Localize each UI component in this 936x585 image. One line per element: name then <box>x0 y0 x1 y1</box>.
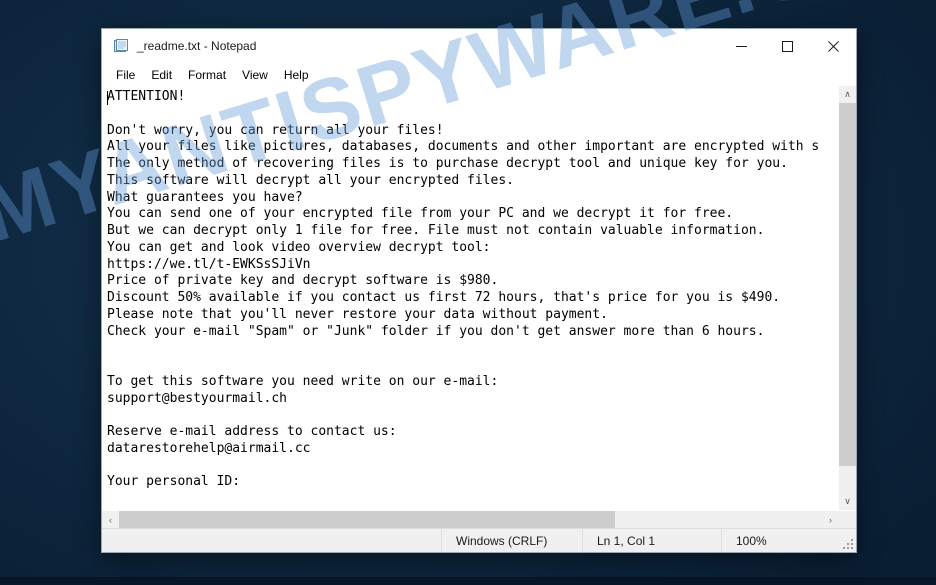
notepad-icon <box>113 38 129 54</box>
status-cursor-position: Ln 1, Col 1 <box>582 529 721 552</box>
menu-item-help[interactable]: Help <box>276 66 317 84</box>
maximize-button[interactable] <box>764 29 810 63</box>
resize-grip-icon[interactable] <box>843 539 853 549</box>
status-bar: Windows (CRLF) Ln 1, Col 1 100% <box>102 528 856 552</box>
menu-item-format[interactable]: Format <box>180 66 234 84</box>
document-text[interactable]: ATTENTION! Don't worry, you can return a… <box>102 86 838 491</box>
close-button[interactable] <box>810 29 856 63</box>
minimize-button[interactable] <box>718 29 764 63</box>
menu-item-file[interactable]: File <box>108 66 143 84</box>
editor-area: ATTENTION! Don't worry, you can return a… <box>102 86 856 510</box>
desktop-background: _readme.txt - Notepad File Edit Format V… <box>0 0 936 585</box>
menu-item-edit[interactable]: Edit <box>143 66 180 84</box>
horizontal-scroll-thumb[interactable] <box>119 511 615 528</box>
status-zoom-label: 100% <box>736 533 767 548</box>
vertical-scrollbar[interactable]: ∧ ∨ <box>838 86 856 510</box>
status-zoom-level: 100% <box>721 529 856 552</box>
scroll-right-arrow-icon[interactable]: › <box>822 511 839 528</box>
text-editor[interactable]: ATTENTION! Don't worry, you can return a… <box>102 86 838 510</box>
window-controls <box>718 29 856 63</box>
vertical-scroll-thumb[interactable] <box>839 103 856 466</box>
horizontal-scroll-track[interactable] <box>119 511 822 528</box>
window-title: _readme.txt - Notepad <box>137 39 257 53</box>
text-caret <box>107 91 108 105</box>
status-encoding: Windows (CRLF) <box>441 529 582 552</box>
scroll-left-arrow-icon[interactable]: ‹ <box>102 511 119 528</box>
notepad-window: _readme.txt - Notepad File Edit Format V… <box>101 28 857 553</box>
scrollbar-corner <box>839 511 856 528</box>
menu-bar: File Edit Format View Help <box>102 64 856 86</box>
window-titlebar[interactable]: _readme.txt - Notepad <box>102 29 856 64</box>
horizontal-scrollbar[interactable]: ‹ › <box>102 510 856 528</box>
vertical-scroll-track[interactable] <box>839 103 856 493</box>
status-bar-spacer <box>102 529 441 552</box>
scroll-down-arrow-icon[interactable]: ∨ <box>839 493 856 510</box>
menu-item-view[interactable]: View <box>234 66 276 84</box>
scroll-up-arrow-icon[interactable]: ∧ <box>839 86 856 103</box>
